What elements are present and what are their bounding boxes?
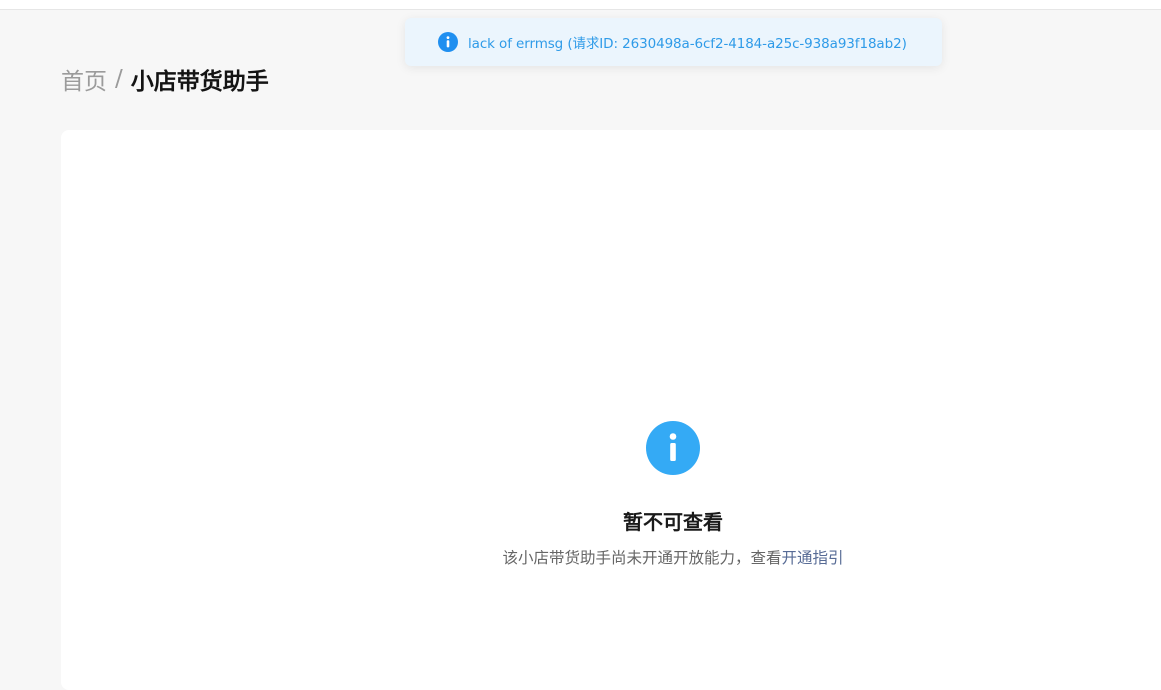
info-icon	[438, 32, 458, 52]
breadcrumb-home-link[interactable]: 首页	[61, 62, 107, 96]
content-card	[61, 130, 1161, 690]
info-icon	[646, 421, 700, 475]
empty-state: 暂不可查看 该小店带货助手尚未开通开放能力，查看开通指引	[0, 421, 1161, 570]
toast-message: lack of errmsg (请求ID: 2630498a-6cf2-4184…	[468, 36, 907, 52]
breadcrumb-separator: /	[115, 66, 123, 92]
activation-guide-link[interactable]: 开通指引	[782, 549, 844, 567]
breadcrumb: 首页 / 小店带货助手	[61, 62, 269, 96]
empty-state-description-text: 该小店带货助手尚未开通开放能力，查看	[502, 549, 782, 567]
empty-state-title: 暂不可查看	[623, 510, 723, 534]
page-title: 小店带货助手	[130, 69, 269, 95]
error-toast: lack of errmsg (请求ID: 2630498a-6cf2-4184…	[405, 18, 942, 66]
top-bar	[0, 0, 1161, 10]
empty-state-description: 该小店带货助手尚未开通开放能力，查看开通指引	[502, 546, 843, 570]
